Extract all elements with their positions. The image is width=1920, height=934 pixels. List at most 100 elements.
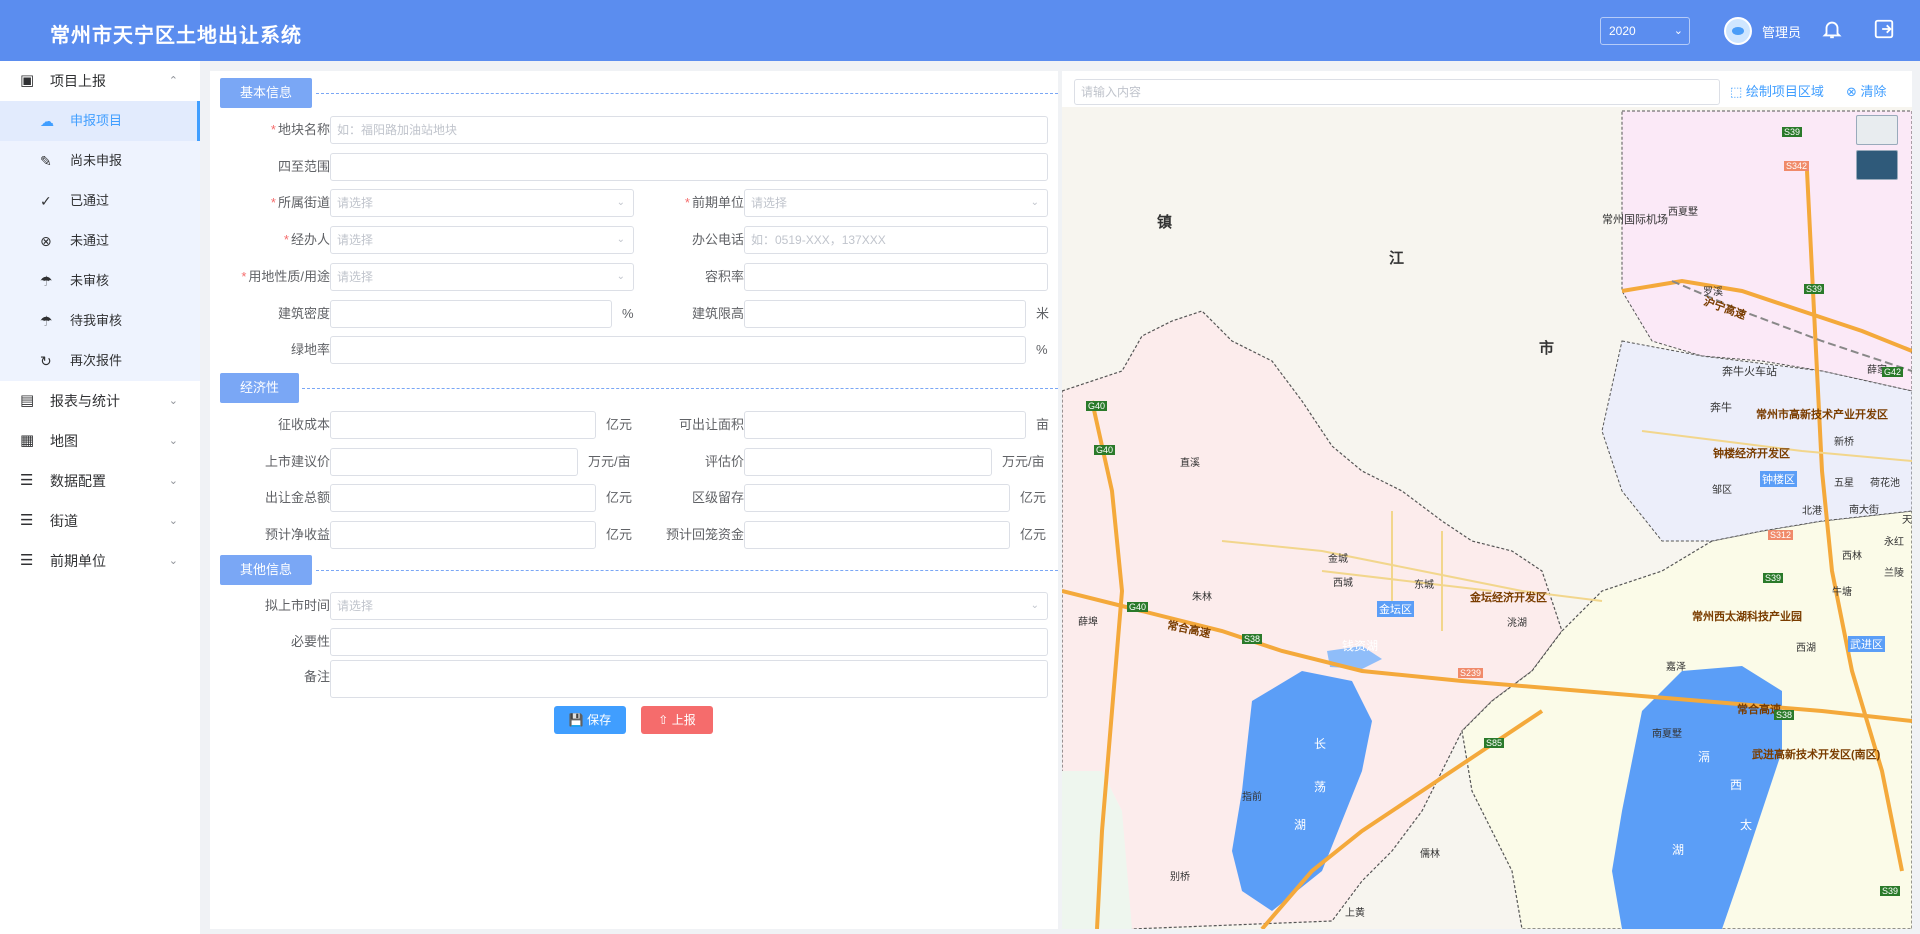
- map-label: 常州国际机场: [1602, 214, 1668, 226]
- street-select[interactable]: 请选择 ⌄: [330, 189, 634, 217]
- year-select-value: 2020: [1609, 24, 1636, 38]
- plot-ratio-input[interactable]: [744, 263, 1048, 291]
- remark-textarea[interactable]: [330, 660, 1048, 698]
- chevron-down-icon: ⌄: [168, 555, 178, 567]
- chevron-down-icon: ⌄: [1030, 197, 1039, 208]
- nav-group-label: 报表与统计: [50, 393, 120, 409]
- chevron-down-icon: ⌄: [1673, 25, 1683, 37]
- sidebar: ▣ 项目上报 ⌃ ☁ 申报项目 ✎ 尚未申报 ✓ 已通过 ⊗ 未通过 ☂ 未审核…: [0, 61, 200, 934]
- nav-group-street[interactable]: ☰ 街道 ⌄: [0, 501, 200, 541]
- sidebar-item-label: 申报项目: [70, 113, 123, 128]
- handler-select[interactable]: 请选择 ⌄: [330, 226, 634, 254]
- land-use-select[interactable]: 请选择 ⌄: [330, 263, 634, 291]
- sidebar-item-label: 待我审核: [70, 313, 123, 328]
- username[interactable]: 管理员: [1762, 22, 1801, 41]
- pre-unit-select[interactable]: 请选择 ⌄: [744, 189, 1048, 217]
- map-label: 滆: [1698, 750, 1711, 764]
- map-label: 儒林: [1420, 849, 1440, 860]
- field-label: 办公电话: [691, 232, 744, 247]
- boundary-input[interactable]: [330, 153, 1048, 181]
- net-income-input[interactable]: [330, 521, 596, 549]
- road-shield: S342: [1784, 161, 1810, 171]
- road-shield: S85: [1484, 738, 1505, 748]
- field-label: * 所属街道: [270, 195, 330, 210]
- unit-label: 亩: [1036, 417, 1050, 432]
- form-panel: 基本信息 * 地块名称 如：福阳路加油站地块 四至范围 * 所属街道 请选择 ⌄ * 前…: [210, 71, 1058, 929]
- map-label: 薛埠: [1078, 617, 1098, 628]
- map-label: 洮湖: [1507, 618, 1527, 629]
- map-label: 钟楼经济开发区: [1713, 448, 1790, 460]
- green-rate-input[interactable]: [330, 336, 1026, 364]
- necessity-input[interactable]: [330, 628, 1048, 656]
- basemap-vector-thumb[interactable]: [1856, 115, 1898, 145]
- map-label: 别桥: [1170, 872, 1190, 883]
- map-panel[interactable]: 镇 江 市 常州国际机场 奔牛火车站 奔牛 常州市高新技术产业开发区 钟楼经济开…: [1062, 71, 1912, 929]
- density-input[interactable]: [330, 300, 612, 328]
- unit-label: %: [1036, 342, 1048, 357]
- road-shield: S38: [1774, 710, 1795, 720]
- map-label: 武进区: [1848, 636, 1885, 652]
- list-time-select[interactable]: 请选择 ⌄: [330, 592, 1048, 620]
- road-shield: S39: [1804, 284, 1825, 294]
- save-icon: 💾: [568, 713, 588, 727]
- map-label: 指前: [1242, 792, 1262, 803]
- map-label: 上黄: [1345, 908, 1365, 919]
- recovery-input[interactable]: [744, 521, 1010, 549]
- map-label: 西林: [1842, 551, 1862, 562]
- transfer-area-input[interactable]: [744, 411, 1026, 439]
- draw-area-button[interactable]: ⬚ 绘制项目区域: [1730, 81, 1824, 103]
- edit-doc-icon: ✎: [40, 153, 52, 169]
- nav-group-data-config[interactable]: ☰ 数据配置 ⌄: [0, 461, 200, 501]
- nav-group-label: 街道: [50, 513, 78, 529]
- nav-group-pre-unit[interactable]: ☰ 前期单位 ⌄: [0, 541, 200, 581]
- sidebar-item-not-declared[interactable]: ✎ 尚未申报: [0, 141, 200, 181]
- sidebar-item-resubmit[interactable]: ↻ 再次报件: [0, 341, 200, 381]
- plot-name-input[interactable]: 如：福阳路加油站地块: [330, 116, 1048, 144]
- map-label: 湖: [1294, 818, 1307, 832]
- chevron-down-icon: ⌄: [168, 475, 178, 487]
- nav-group-map[interactable]: ▦ 地图 ⌄: [0, 421, 200, 461]
- field-label: 必要性: [290, 634, 330, 649]
- sidebar-item-label: 已通过: [70, 193, 110, 208]
- map-label: 荷花池: [1870, 478, 1900, 489]
- close-circle-icon: ⊗: [40, 233, 52, 249]
- basemap-satellite-thumb[interactable]: [1856, 150, 1898, 180]
- map-label: 西: [1730, 778, 1743, 792]
- sidebar-item-declare-project[interactable]: ☁ 申报项目: [0, 101, 200, 141]
- total-amount-input[interactable]: [330, 484, 596, 512]
- bell-icon[interactable]: [1820, 18, 1844, 42]
- field-label: 备注: [303, 669, 330, 684]
- submit-button[interactable]: ⇧ 上报: [641, 706, 713, 734]
- sidebar-item-rejected[interactable]: ⊗ 未通过: [0, 221, 200, 261]
- district-retain-input[interactable]: [744, 484, 1010, 512]
- clear-button[interactable]: ⊗ 清除: [1846, 81, 1887, 103]
- map-label: 钟楼区: [1760, 471, 1797, 487]
- sidebar-item-pending-my-review[interactable]: ☂ 待我审核: [0, 301, 200, 341]
- field-label: 四至范围: [277, 159, 330, 174]
- sidebar-item-unreviewed[interactable]: ☂ 未审核: [0, 261, 200, 301]
- map-canvas[interactable]: [1062, 71, 1912, 929]
- nav-group-project-report[interactable]: ▣ 项目上报 ⌃: [0, 61, 200, 101]
- logout-icon[interactable]: [1872, 18, 1896, 42]
- map-label: 常州市高新技术产业开发区: [1756, 409, 1888, 421]
- map-label: 罗溪: [1703, 287, 1723, 298]
- field-label: 拟上市时间: [264, 598, 330, 613]
- map-label: 钱资湖: [1342, 639, 1379, 653]
- map-label: 江: [1389, 250, 1405, 267]
- eval-price-input[interactable]: [744, 448, 992, 476]
- map-label: 奔牛火车站: [1722, 366, 1777, 378]
- map-label: 常州西太湖科技产业园: [1692, 611, 1802, 623]
- height-limit-input[interactable]: [744, 300, 1026, 328]
- year-select[interactable]: 2020 ⌄: [1600, 17, 1690, 45]
- save-button[interactable]: 💾 保存: [554, 706, 626, 734]
- top-header: 常州市天宁区土地出让系统 2020 ⌄ 管理员: [0, 0, 1920, 61]
- map-label: 五星: [1834, 478, 1854, 489]
- list-price-input[interactable]: [330, 448, 578, 476]
- map-search-input[interactable]: 请输入内容: [1074, 79, 1720, 105]
- sidebar-item-passed[interactable]: ✓ 已通过: [0, 181, 200, 221]
- nav-group-reports[interactable]: ▤ 报表与统计 ⌄: [0, 381, 200, 421]
- phone-input[interactable]: 如：0519-XXX，137XXX: [744, 226, 1048, 254]
- map-label: 朱林: [1192, 592, 1212, 603]
- acq-cost-input[interactable]: [330, 411, 596, 439]
- avatar[interactable]: [1724, 17, 1752, 45]
